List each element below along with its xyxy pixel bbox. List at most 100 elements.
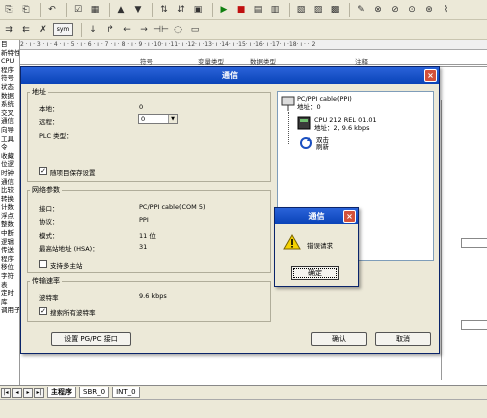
force-icon[interactable]: ⊗: [371, 3, 385, 17]
cancel-button[interactable]: 取消: [375, 332, 431, 346]
run-icon[interactable]: ▶: [217, 3, 231, 17]
line-right-icon[interactable]: →: [137, 23, 151, 37]
refresh-icon[interactable]: [299, 136, 313, 150]
tree-item[interactable]: 状态: [0, 83, 19, 92]
dialog-close-button[interactable]: ×: [424, 69, 437, 82]
multimaster-label: 支持多主站: [50, 262, 83, 270]
line-left-icon[interactable]: ←: [120, 23, 134, 37]
tree-item[interactable]: 定时: [0, 289, 19, 298]
single-read-icon[interactable]: ▩: [328, 3, 342, 17]
copy-icon[interactable]: ⎘: [2, 3, 16, 17]
tree-item[interactable]: 位逻: [0, 160, 19, 169]
tree-item[interactable]: 令: [0, 143, 19, 152]
address-group-legend: 地址: [32, 88, 46, 96]
column-header-symbol: 符号: [140, 58, 153, 66]
mode-label: 模式：: [39, 232, 59, 240]
tab-int0[interactable]: INT_0: [112, 387, 140, 398]
tree-item[interactable]: 数据: [0, 92, 19, 101]
tree-connector: [288, 112, 289, 144]
trend-icon[interactable]: ⌇: [439, 3, 453, 17]
tree-item[interactable]: 移位: [0, 263, 19, 272]
upload-icon[interactable]: ▲: [114, 3, 128, 17]
local-address-label: 本地：: [39, 105, 59, 113]
tab-sbr0[interactable]: SBR_0: [79, 387, 110, 398]
compile-icon[interactable]: ☑: [71, 3, 85, 17]
line-up-icon[interactable]: ↱: [103, 23, 117, 37]
tree-item[interactable]: 工具: [0, 135, 19, 144]
tree-item[interactable]: 通信: [0, 117, 19, 126]
tab-first-button[interactable]: |◂: [1, 387, 11, 398]
tree-item[interactable]: 中断: [0, 229, 19, 238]
tree-item[interactable]: 通信: [0, 178, 19, 187]
tree-item[interactable]: 向导: [0, 126, 19, 135]
multimaster-checkbox[interactable]: [39, 260, 47, 268]
bookmark-icon[interactable]: ✗: [36, 23, 50, 37]
column-header-data-type: 数据类型: [250, 58, 276, 66]
pause-status-icon[interactable]: ▥: [268, 3, 282, 17]
alert-ok-button[interactable]: 确定: [291, 266, 339, 280]
unforce-all-icon[interactable]: ⊛: [422, 3, 436, 17]
tab-prev-button[interactable]: ◂: [12, 387, 22, 398]
tree-item[interactable]: 计数: [0, 203, 19, 212]
options-icon[interactable]: ▣: [191, 3, 205, 17]
tree-item[interactable]: 整数: [0, 220, 19, 229]
line-down-icon[interactable]: ↓: [86, 23, 100, 37]
program-status-icon[interactable]: ▤: [251, 3, 265, 17]
unforce-icon[interactable]: ⊘: [388, 3, 402, 17]
ok-button[interactable]: 确认: [311, 332, 367, 346]
coil-icon[interactable]: ◌: [171, 23, 185, 37]
tree-item[interactable]: 符号: [0, 74, 19, 83]
insert-rung-icon[interactable]: ⇉: [2, 23, 16, 37]
tree-item[interactable]: CPU: [0, 57, 19, 66]
delete-rung-icon[interactable]: ⇇: [19, 23, 33, 37]
tree-item[interactable]: 时钟: [0, 169, 19, 178]
sort-asc-icon[interactable]: ⇅: [157, 3, 171, 17]
status-chart-icon[interactable]: ▧: [294, 3, 308, 17]
network-params-legend: 网络参数: [32, 186, 60, 194]
chevron-down-icon[interactable]: ▼: [168, 115, 177, 123]
contact-icon[interactable]: ⊣⊢: [153, 23, 169, 37]
stop-icon[interactable]: ■: [234, 3, 248, 17]
communications-dialog: 通信 × 地址 本地： 0 远程： 0 ▼ PLC 类型： ✓ 随项目保存设置 …: [20, 66, 440, 354]
tree-item[interactable]: 比较: [0, 186, 19, 195]
plc-type-label: PLC 类型：: [39, 132, 73, 140]
box-icon[interactable]: ▭: [188, 23, 202, 37]
tree-item[interactable]: 系统: [0, 100, 19, 109]
tree-item[interactable]: 字符: [0, 272, 19, 281]
paste-icon[interactable]: ⎗: [19, 3, 33, 17]
chart-pause-icon[interactable]: ▨: [311, 3, 325, 17]
baud-rate-value: 9.6 kbps: [139, 292, 167, 300]
toolbar-separator: [109, 2, 110, 17]
column-header-comment: 注释: [355, 58, 368, 66]
tab-next-button[interactable]: ▸: [23, 387, 33, 398]
undo-icon[interactable]: ↶: [45, 3, 59, 17]
alert-close-button[interactable]: ×: [343, 210, 356, 223]
download-icon[interactable]: ▼: [131, 3, 145, 17]
save-with-project-checkbox[interactable]: ✓: [39, 167, 47, 175]
search-baud-checkbox[interactable]: ✓: [39, 307, 47, 315]
tree-item[interactable]: 新特性: [0, 49, 19, 58]
local-address-value: 0: [139, 103, 144, 111]
tree-item[interactable]: 目: [0, 40, 19, 49]
sort-desc-icon[interactable]: ⇵: [174, 3, 188, 17]
error-alert-dialog: 通信 × 错误请求 确定: [274, 207, 359, 287]
cpu-address: 地址：2, 9.6 kbps: [314, 124, 370, 132]
project-tree: 目新特性 CPU 程序 符号 状态 数据 系统 交叉 通信 向导 工具令收藏 位逻 时钟 通信 比较 转换 计数…: [0, 40, 20, 385]
write-icon[interactable]: ✎: [354, 3, 368, 17]
set-pgpc-interface-button[interactable]: 设置 PG/PC 接口: [51, 332, 131, 346]
read-forced-icon[interactable]: ⊙: [405, 3, 419, 17]
remote-address-select[interactable]: 0 ▼: [138, 114, 178, 124]
tree-item[interactable]: 转换: [0, 195, 19, 204]
tree-item[interactable]: 表: [0, 281, 19, 290]
protocol-value: PPI: [139, 216, 149, 224]
tree-item[interactable]: 逻辑: [0, 238, 19, 247]
tab-last-button[interactable]: ▸|: [34, 387, 44, 398]
tab-main[interactable]: 主程序: [47, 387, 76, 398]
cable-address: 地址：0: [297, 103, 321, 111]
alert-titlebar: 通信 ×: [275, 208, 358, 224]
symbol-toggle-button[interactable]: sym: [53, 23, 73, 36]
protocol-label: 协议：: [39, 218, 59, 226]
tree-item[interactable]: 调用子程: [0, 306, 19, 315]
compile-all-icon[interactable]: ▦: [88, 3, 102, 17]
tree-item[interactable]: 传送: [0, 246, 19, 255]
